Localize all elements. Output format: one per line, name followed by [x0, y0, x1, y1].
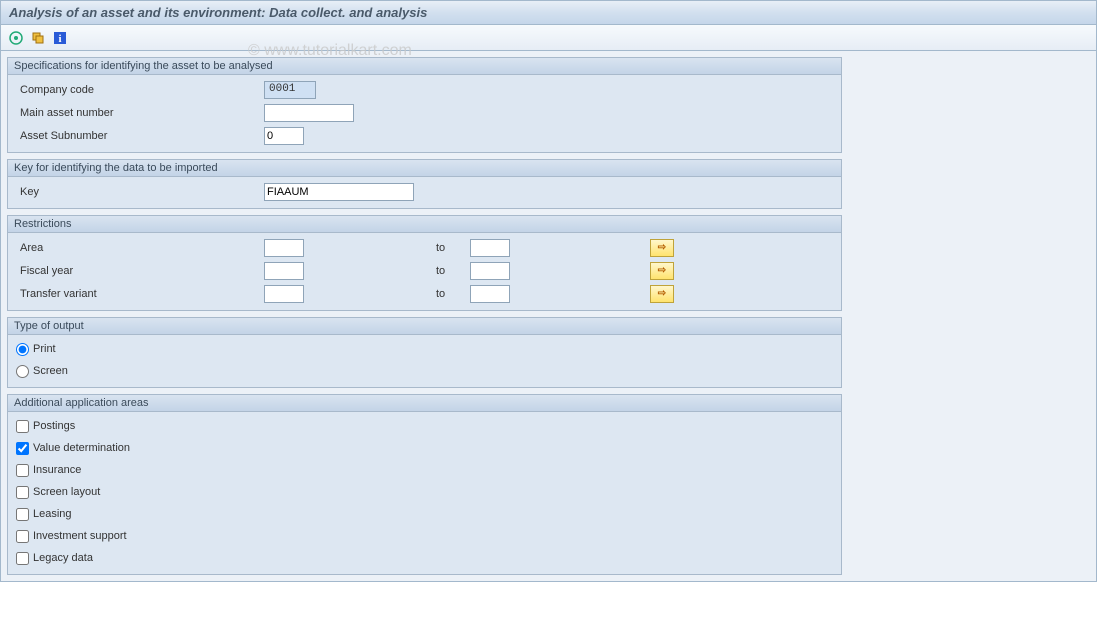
- empty-right-pane: [848, 57, 1090, 575]
- group-specifications: Specifications for identifying the asset…: [7, 57, 842, 153]
- area-option-insurance[interactable]: Insurance: [16, 460, 833, 480]
- main-asset-input[interactable]: [264, 104, 354, 122]
- area-checkbox[interactable]: [16, 420, 29, 433]
- variant-icon[interactable]: [29, 29, 47, 47]
- area-option-value-determination[interactable]: Value determination: [16, 438, 833, 458]
- key-input[interactable]: [264, 183, 414, 201]
- area-to-input[interactable]: [470, 239, 510, 257]
- area-option-label: Insurance: [33, 464, 81, 476]
- area-checkbox[interactable]: [16, 552, 29, 565]
- area-option-label: Value determination: [33, 442, 130, 454]
- asset-subnumber-label: Asset Subnumber: [16, 130, 264, 142]
- company-code-value: 0001: [264, 81, 316, 99]
- fiscal-to-label: to: [410, 265, 470, 277]
- group-key-title: Key for identifying the data to be impor…: [8, 160, 841, 177]
- group-output-type: Type of output Print Screen: [7, 317, 842, 388]
- toolbar: i: [1, 25, 1096, 51]
- group-specifications-title: Specifications for identifying the asset…: [8, 58, 841, 75]
- page-title: Analysis of an asset and its environment…: [1, 1, 1096, 25]
- area-checkbox[interactable]: [16, 442, 29, 455]
- group-restrictions-title: Restrictions: [8, 216, 841, 233]
- area-checkbox[interactable]: [16, 464, 29, 477]
- area-option-legacy-data[interactable]: Legacy data: [16, 548, 833, 568]
- area-checkbox[interactable]: [16, 486, 29, 499]
- output-screen-radio[interactable]: [16, 365, 29, 378]
- transfer-to-label: to: [410, 288, 470, 300]
- area-option-label: Investment support: [33, 530, 127, 542]
- area-label: Area: [16, 242, 264, 254]
- area-option-label: Leasing: [33, 508, 72, 520]
- transfer-variant-label: Transfer variant: [16, 288, 264, 300]
- area-checkbox[interactable]: [16, 530, 29, 543]
- fiscal-multiple-selection-button[interactable]: ⇨: [650, 262, 674, 280]
- fiscal-year-label: Fiscal year: [16, 265, 264, 277]
- area-option-investment-support[interactable]: Investment support: [16, 526, 833, 546]
- area-option-postings[interactable]: Postings: [16, 416, 833, 436]
- output-print-label: Print: [33, 343, 56, 355]
- execute-icon[interactable]: [7, 29, 25, 47]
- group-additional-areas-title: Additional application areas: [8, 395, 841, 412]
- area-multiple-selection-button[interactable]: ⇨: [650, 239, 674, 257]
- svg-text:i: i: [58, 33, 61, 45]
- output-screen-label: Screen: [33, 365, 68, 377]
- area-option-screen-layout[interactable]: Screen layout: [16, 482, 833, 502]
- transfer-to-input[interactable]: [470, 285, 510, 303]
- fiscal-to-input[interactable]: [470, 262, 510, 280]
- output-print-radio[interactable]: [16, 343, 29, 356]
- area-from-input[interactable]: [264, 239, 304, 257]
- transfer-from-input[interactable]: [264, 285, 304, 303]
- group-restrictions: Restrictions Area to ⇨ Fiscal year to: [7, 215, 842, 311]
- output-screen-option[interactable]: Screen: [16, 361, 833, 381]
- group-additional-areas: Additional application areas Postings Val…: [7, 394, 842, 575]
- area-option-label: Legacy data: [33, 552, 93, 564]
- area-option-leasing[interactable]: Leasing: [16, 504, 833, 524]
- output-print-option[interactable]: Print: [16, 339, 833, 359]
- group-output-title: Type of output: [8, 318, 841, 335]
- asset-subnumber-input[interactable]: [264, 127, 304, 145]
- area-to-label: to: [410, 242, 470, 254]
- fiscal-from-input[interactable]: [264, 262, 304, 280]
- area-option-label: Postings: [33, 420, 75, 432]
- info-icon[interactable]: i: [51, 29, 69, 47]
- key-label: Key: [16, 186, 264, 198]
- area-option-label: Screen layout: [33, 486, 100, 498]
- group-key: Key for identifying the data to be impor…: [7, 159, 842, 209]
- area-checkbox[interactable]: [16, 508, 29, 521]
- company-code-label: Company code: [16, 84, 264, 96]
- transfer-multiple-selection-button[interactable]: ⇨: [650, 285, 674, 303]
- main-asset-label: Main asset number: [16, 107, 264, 119]
